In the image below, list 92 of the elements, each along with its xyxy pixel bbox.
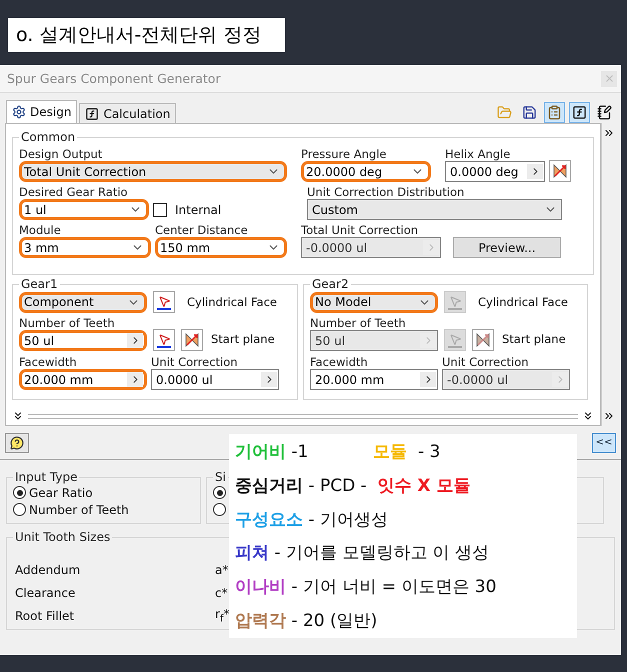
underline-icon	[448, 308, 462, 310]
pick-label: Cylindrical Face	[478, 295, 568, 309]
group-legend: Common	[19, 130, 78, 144]
function-icon	[572, 104, 587, 120]
pointer-icon	[158, 294, 170, 308]
function-icon	[85, 106, 100, 120]
pointer-icon	[448, 294, 462, 308]
group-legend: Gear1	[19, 277, 60, 291]
help-icon	[10, 436, 24, 450]
flip-button[interactable]	[472, 329, 494, 351]
note-line: 이나비 - 기어 너비 = 이도면은 30	[235, 576, 498, 598]
underline-icon	[448, 346, 462, 348]
spin-field[interactable]: 20.000 mm	[19, 369, 147, 390]
note-line: 압력각 - 20 (일반)	[235, 610, 378, 632]
dropdown-field[interactable]: 3 mm	[19, 237, 151, 258]
close-icon	[604, 73, 614, 84]
pointer-icon	[448, 332, 462, 346]
field-label: Helix Angle	[445, 146, 512, 161]
pick-label: Start plane	[502, 332, 566, 346]
pointer-icon	[158, 332, 170, 346]
spin-field[interactable]: 20.000 mm	[310, 369, 438, 390]
field-label: Unit Correction	[442, 354, 530, 369]
gear-icon	[12, 105, 26, 119]
clipboard-icon	[547, 104, 562, 120]
help-button[interactable]	[5, 432, 29, 452]
note-line: 피쳐 - 기어를 모델링하고 이 생성	[235, 542, 490, 564]
field-label: Desired Gear Ratio	[19, 184, 129, 199]
field-label: Module	[19, 222, 62, 237]
dropdown-field[interactable]: 150 mm	[155, 237, 287, 258]
spin-field[interactable]: 50 ul	[19, 330, 147, 351]
flip-button[interactable]	[549, 160, 571, 182]
radio-button[interactable]	[13, 486, 26, 499]
swap-icon	[475, 332, 491, 348]
expand-icon	[603, 127, 615, 139]
field-label: Number of Teeth	[310, 315, 407, 330]
pick-button[interactable]	[153, 329, 175, 351]
pick-label: Start plane	[211, 332, 275, 346]
note-line: 기어비 -1 모듈 - 3	[235, 441, 442, 463]
pick-label: Cylindrical Face	[187, 295, 277, 309]
folder-icon	[497, 104, 512, 120]
field-label: Unit Correction	[151, 354, 239, 369]
field-label: Unit Correction Distribution	[307, 184, 466, 199]
dropdown-field[interactable]: Total Unit Correction	[19, 161, 287, 182]
spin-field[interactable]: 0.0000 deg	[445, 161, 545, 182]
field-label: Center Distance	[155, 222, 249, 237]
radio-button[interactable]	[213, 503, 226, 516]
checkbox[interactable]	[153, 202, 167, 216]
dropdown-field[interactable]: Custom	[307, 199, 562, 220]
field-label: Pressure Angle	[301, 146, 388, 161]
underline-icon	[157, 308, 171, 310]
dropdown-field[interactable]: No Model	[310, 292, 438, 312]
spin-field[interactable]: 0.0000 ul	[151, 369, 279, 390]
expand-icon	[603, 410, 615, 422]
underline-icon	[157, 346, 171, 348]
size-label: Clearance	[15, 586, 76, 600]
dropdown-field[interactable]: 20.0000 deg	[301, 161, 431, 182]
field-label: Total Unit Correction	[301, 222, 420, 237]
field-label: Facewidth	[19, 354, 78, 369]
save-icon	[522, 104, 537, 120]
radio-label: Number of Teeth	[29, 502, 129, 516]
field-label: Number of Teeth	[19, 315, 116, 330]
swap-icon	[184, 332, 200, 348]
group-legend: Gear2	[310, 277, 351, 291]
tab[interactable]: Design	[6, 100, 78, 123]
note-line: 중심거리 - PCD - 잇수 X 모듈	[235, 474, 472, 497]
dropdown-field[interactable]: 1 ul	[19, 199, 149, 220]
swap-icon	[552, 163, 568, 179]
pick-button[interactable]	[153, 291, 175, 313]
flip-button[interactable]	[181, 329, 203, 351]
expand-icon	[582, 410, 594, 422]
notebook-icon	[597, 104, 612, 120]
toolbar-button[interactable]	[569, 102, 590, 122]
dropdown-field[interactable]: Component	[19, 292, 147, 312]
note-line: 구성요소 - 기어생성	[235, 508, 389, 531]
size-label: Addendum	[15, 562, 82, 576]
checkbox-label: Internal	[175, 202, 222, 216]
tab[interactable]: Calculation	[79, 103, 176, 123]
collapse-button[interactable]: <<	[592, 432, 616, 452]
field-label: Design Output	[19, 146, 104, 161]
group-legend: Si	[213, 470, 228, 484]
field-label: Facewidth	[310, 354, 369, 369]
group-legend: Unit Tooth Sizes	[13, 530, 112, 544]
size-symbol: a*	[215, 562, 230, 576]
radio-button[interactable]	[13, 503, 26, 516]
size-label: Root Fillet	[15, 608, 76, 622]
caption-label: o. 설계안내서-전체단위 정정	[8, 18, 285, 52]
preview-button[interactable]: Preview...	[453, 237, 561, 258]
window-title: Spur Gears Component Generator	[7, 71, 221, 86]
group-legend: Input Type	[13, 470, 80, 484]
radio-button[interactable]	[213, 486, 226, 499]
expand-icon	[12, 410, 24, 422]
radio-label: Gear Ratio	[29, 486, 93, 500]
